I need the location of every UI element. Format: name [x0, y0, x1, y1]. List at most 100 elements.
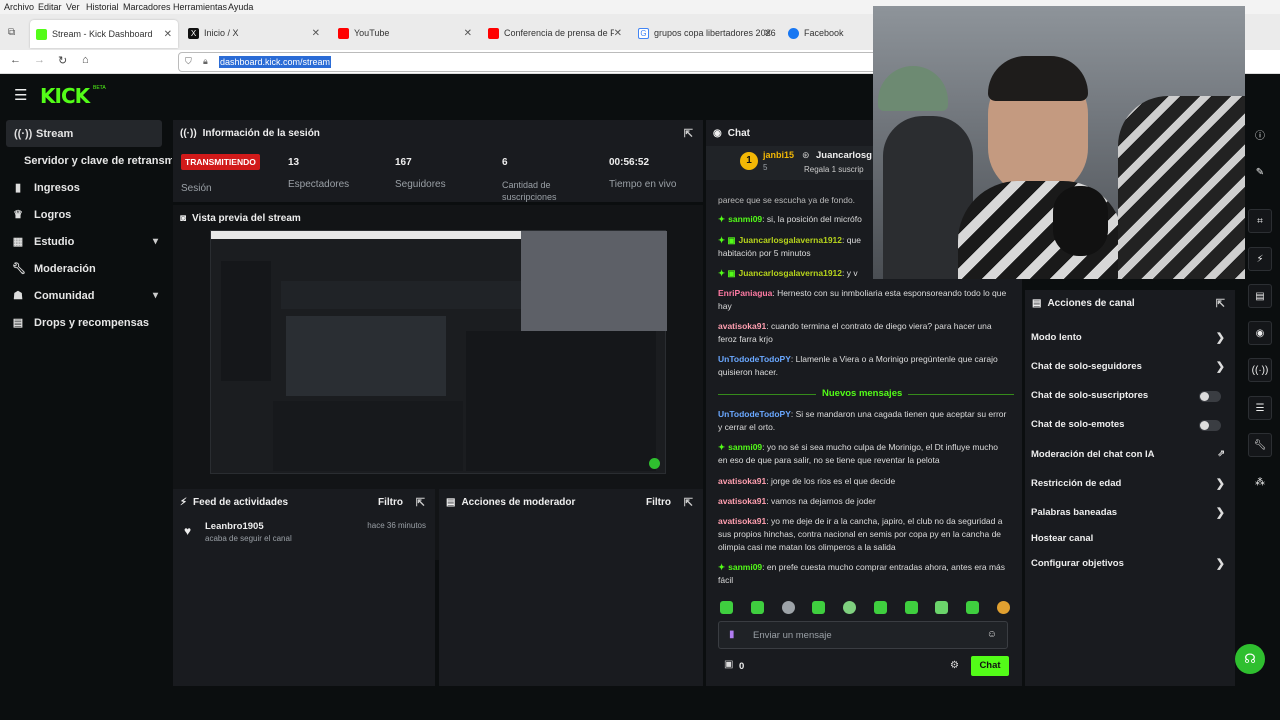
sidebar-item-servidor[interactable]: Servidor y clave de retransmisión [0, 147, 172, 174]
close-tab-icon[interactable]: ✕ [764, 28, 772, 39]
menu-archivo[interactable]: Archivo [4, 2, 34, 12]
kick-logo[interactable]: KICK [40, 84, 90, 108]
menu-historial[interactable]: Historial [86, 2, 119, 12]
clipboard-icon[interactable]: ▤ [1248, 284, 1272, 308]
address-bar[interactable]: ⛉ 🔒︎ dashboard.kick.com/stream [178, 52, 878, 72]
activity-user[interactable]: Leanbro1905 [205, 521, 264, 532]
reload-icon[interactable]: ↻ [58, 54, 67, 67]
host-channel-item[interactable]: Hostear canal [1031, 533, 1231, 547]
menu-editar[interactable]: Editar [38, 2, 62, 12]
chat-username[interactable]: avatisoka91 [718, 516, 766, 526]
shield-icon[interactable]: ⛉ [185, 56, 192, 67]
send-chat-button[interactable]: Chat [971, 656, 1009, 676]
stream-icon[interactable]: ((·)) [1248, 358, 1272, 382]
mic-icon[interactable]: ▮ [729, 629, 735, 640]
sidebar-item-stream[interactable]: ((·)) Stream [6, 120, 162, 147]
webcam-overlay [873, 6, 1245, 279]
chevron-down-icon[interactable]: ▾ [153, 236, 158, 247]
age-restriction-item[interactable]: Restricción de edad ❯ [1031, 478, 1231, 492]
slow-mode-item[interactable]: Modo lento ❯ [1031, 332, 1231, 346]
gift-target[interactable]: Juancarlosg [816, 150, 872, 161]
chat-username[interactable]: sanmi09 [728, 442, 762, 452]
emote-icon[interactable] [996, 601, 1010, 614]
hamburger-menu-icon[interactable]: ☰ [14, 86, 27, 104]
lightning-icon[interactable]: ⚡︎ [1248, 247, 1272, 271]
menu-marcadores[interactable]: Marcadores [123, 2, 171, 12]
close-tab-icon[interactable]: ✕ [614, 28, 622, 39]
followers-only-item[interactable]: Chat de solo-seguidores ❯ [1031, 361, 1231, 375]
sidebar-item-ingresos[interactable]: ▮ Ingresos [0, 174, 172, 201]
close-tab-icon[interactable]: ✕ [312, 28, 320, 39]
tab-youtube[interactable]: YouTube ✕ [332, 22, 478, 44]
close-tab-icon[interactable]: ✕ [464, 28, 472, 39]
emote-icon[interactable] [904, 601, 918, 614]
mod-filter-button[interactable]: Filtro [646, 497, 671, 508]
gifter-name[interactable]: janbi15 [763, 150, 794, 160]
chat-username[interactable]: UnTododeTodoPY [718, 354, 791, 364]
ai-moderation-item[interactable]: Moderación del chat con IA ⇗ [1031, 448, 1231, 463]
emote-icon[interactable] [781, 601, 795, 614]
subs-only-toggle[interactable] [1199, 391, 1221, 402]
sidebar-item-drops[interactable]: ▤ Drops y recompensas [0, 309, 172, 336]
trophy-icon: ♛ [13, 209, 23, 221]
popout-icon[interactable]: ⇱ [684, 496, 693, 509]
chat-username[interactable]: Juancarlosgalaverna1912 [739, 268, 842, 278]
screenshot-icon[interactable]: ⌗ [1248, 209, 1272, 233]
emote-icon[interactable] [935, 601, 949, 614]
chat-username[interactable]: Juancarlosgalaverna1912 [739, 235, 842, 245]
popout-icon[interactable]: ⇱ [684, 127, 693, 140]
chat-username[interactable]: avatisoka91 [718, 321, 766, 331]
lock-icon[interactable]: 🔒︎ [203, 56, 208, 67]
chevron-down-icon[interactable]: ▾ [153, 290, 158, 301]
chat-input-placeholder: Enviar un mensaje [753, 630, 832, 641]
popout-icon[interactable]: ⇱ [1216, 297, 1225, 310]
chat-username[interactable]: sanmi09 [728, 214, 762, 224]
emote-icon[interactable] [966, 601, 980, 614]
stack-icon[interactable]: ☰ [1248, 396, 1272, 420]
tab-google[interactable]: G grupos copa libertadores 2026 ✕ [632, 22, 778, 44]
emote-icon[interactable] [812, 601, 826, 614]
configure-goals-item[interactable]: Configurar objetivos ❯ [1031, 558, 1231, 572]
emoji-icon[interactable]: ☺ [987, 629, 997, 640]
menu-herramientas[interactable]: Herramientas [173, 2, 227, 12]
edit-icon[interactable]: ✎ [1248, 160, 1272, 184]
sidebar-item-moderacion[interactable]: 🔧︎ Moderación [0, 255, 172, 282]
tab-x[interactable]: X Inicio / X ✕ [182, 22, 326, 44]
support-headset-icon[interactable]: ☊ [1235, 644, 1265, 674]
chat-icon[interactable]: ◉ [1248, 321, 1272, 345]
tab-kick-dashboard[interactable]: Stream - Kick Dashboard ✕ [30, 20, 178, 48]
sidebar-item-logros[interactable]: ♛ Logros [0, 201, 172, 228]
chat-input[interactable]: ▮ Enviar un mensaje ☺ [718, 621, 1008, 649]
sidebar-item-comunidad[interactable]: ☗ Comunidad ▾ [0, 282, 172, 309]
chat-username[interactable]: avatisoka91 [718, 476, 766, 486]
wrench-icon[interactable]: 🔧︎ [1248, 433, 1272, 457]
activity-filter-button[interactable]: Filtro [378, 497, 403, 508]
sidebar-item-estudio[interactable]: ▦ Estudio ▾ [0, 228, 172, 255]
chat-username[interactable]: EnriPaniagua [718, 288, 772, 298]
emote-icon[interactable] [720, 601, 733, 614]
stream-preview-video[interactable] [210, 230, 667, 474]
tab-facebook[interactable]: Facebook [782, 22, 872, 44]
tab-conferencia[interactable]: Conferencia de prensa de Franc ✕ [482, 22, 628, 44]
close-tab-icon[interactable]: ✕ [164, 29, 172, 40]
url-text[interactable]: dashboard.kick.com/stream [219, 56, 332, 68]
info-icon[interactable]: ⓘ [1248, 122, 1272, 146]
emote-icon[interactable] [750, 601, 764, 614]
tab-list-icon[interactable]: ⧉ [8, 27, 15, 38]
menu-ver[interactable]: Ver [66, 2, 80, 12]
chat-username[interactable]: sanmi09 [728, 562, 762, 572]
chat-username[interactable]: UnTododeTodoPY [718, 409, 791, 419]
emote-icon[interactable] [873, 601, 887, 614]
banned-words-item[interactable]: Palabras baneadas ❯ [1031, 507, 1231, 521]
menu-ayuda[interactable]: Ayuda [228, 2, 253, 12]
emotes-only-toggle[interactable] [1199, 420, 1221, 431]
share-icon[interactable]: ⁂ [1248, 470, 1272, 494]
emote-icon[interactable] [843, 601, 857, 614]
popout-icon[interactable]: ⇱ [416, 496, 425, 509]
home-icon[interactable]: ⌂ [82, 54, 89, 66]
forward-icon[interactable]: → [34, 54, 45, 66]
chat-settings-icon[interactable]: ⚙ [950, 660, 959, 671]
chat-username[interactable]: avatisoka91 [718, 496, 766, 506]
back-icon[interactable]: ← [10, 54, 21, 66]
points-icon[interactable]: ▣ [724, 659, 733, 670]
